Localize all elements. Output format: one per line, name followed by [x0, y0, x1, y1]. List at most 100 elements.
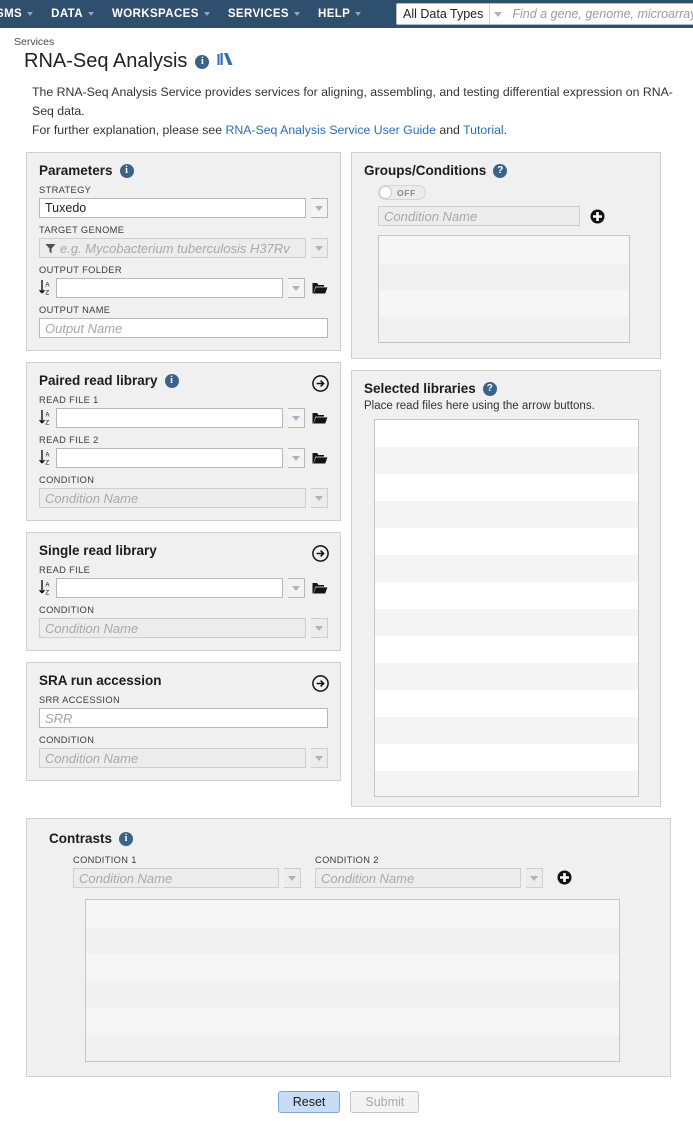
folder-open-icon[interactable] — [312, 451, 328, 465]
read-file-1-caret[interactable] — [288, 408, 305, 429]
breadcrumb: Services — [14, 36, 55, 48]
single-condition-row: Condition Name — [39, 618, 328, 639]
info-icon[interactable]: i — [119, 831, 134, 846]
output-folder-caret[interactable] — [288, 278, 305, 299]
filter-icon — [45, 243, 56, 254]
list-item — [375, 528, 638, 556]
chevron-down-icon — [315, 245, 323, 251]
paired-condition-select[interactable]: Condition Name — [39, 488, 306, 509]
info-icon[interactable]: i — [164, 373, 179, 388]
reset-button[interactable]: Reset — [277, 1091, 341, 1114]
nav-item-label: HELP — [317, 8, 351, 20]
conditions-listbox[interactable] — [378, 235, 630, 344]
nav-item-services[interactable]: SERVICES — [219, 0, 309, 28]
condition-1-select[interactable]: Condition Name — [73, 868, 279, 889]
add-icon[interactable] — [590, 209, 605, 224]
list-item — [375, 555, 638, 583]
read-file-2-caret[interactable] — [288, 448, 305, 469]
output-name-input[interactable]: Output Name — [39, 318, 328, 339]
srr-accession-label: SRR ACCESSION — [39, 695, 121, 706]
chevron-down-icon — [315, 625, 323, 631]
help-icon[interactable]: ? — [482, 381, 497, 396]
read-file-caret[interactable] — [288, 578, 305, 599]
chevron-down-icon — [27, 12, 34, 16]
condition-1-field: CONDITION 1 Condition Name — [73, 853, 301, 889]
single-title: Single read library — [39, 543, 157, 559]
page-title: RNA-Seq Analysis — [24, 50, 188, 72]
strategy-select[interactable]: Tuxedo — [39, 198, 306, 219]
info-icon[interactable]: i — [195, 54, 210, 69]
list-item — [86, 1008, 619, 1036]
search-data-type-select[interactable]: All Data Types — [397, 4, 490, 24]
nav-item-help[interactable]: HELP — [309, 0, 370, 28]
list-item — [86, 900, 619, 928]
folder-open-icon[interactable] — [312, 581, 328, 595]
output-name-label: OUTPUT NAME — [39, 305, 111, 316]
contrasts-title: Contrasts — [49, 831, 113, 847]
folder-open-icon[interactable] — [312, 281, 328, 295]
single-condition-caret[interactable] — [311, 618, 328, 639]
sra-run-accession-panel: SRA run accession SRR ACCESSION SRR COND… — [26, 662, 341, 782]
add-sra-arrow-icon[interactable] — [312, 675, 329, 692]
condition-1-label: CONDITION 1 — [73, 855, 137, 866]
sra-condition-select[interactable]: Condition Name — [39, 748, 306, 769]
paired-condition-caret[interactable] — [311, 488, 328, 509]
condition-1-caret[interactable] — [284, 868, 301, 889]
book-icon[interactable] — [217, 52, 234, 72]
info-icon[interactable]: i — [119, 163, 134, 178]
read-file-label: READ FILE — [39, 565, 91, 576]
nav-item-label: SMS — [0, 8, 23, 20]
sort-az-icon: A Z — [39, 410, 50, 427]
search-data-type-caret[interactable] — [489, 4, 507, 24]
condition-2-caret[interactable] — [526, 868, 543, 889]
nav-item-workspaces[interactable]: WORKSPACES — [103, 0, 219, 28]
submit-button[interactable]: Submit — [350, 1091, 420, 1114]
folder-open-icon[interactable] — [312, 411, 328, 425]
single-condition-select[interactable]: Condition Name — [39, 618, 306, 639]
list-item — [375, 447, 638, 475]
selected-libraries-listbox[interactable] — [374, 419, 639, 798]
target-genome-row: e.g. Mycobacterium tuberculosis H37Rv — [39, 238, 328, 259]
add-single-library-arrow-icon[interactable] — [312, 545, 329, 562]
strategy-caret[interactable] — [311, 198, 328, 219]
read-file-1-label: READ FILE 1 — [39, 395, 99, 406]
output-name-row: Output Name — [39, 318, 328, 339]
global-search: All Data Types Find a gene, genome, micr… — [396, 3, 693, 25]
add-contrast-icon[interactable] — [557, 870, 572, 885]
read-file-row: A Z — [39, 578, 328, 599]
contrasts-header: Contrasts i — [39, 831, 658, 846]
read-file-2-input[interactable] — [56, 448, 283, 469]
list-item — [375, 771, 638, 797]
condition-2-select[interactable]: Condition Name — [315, 868, 521, 889]
nav-item-organisms[interactable]: SMS — [0, 0, 42, 28]
read-file-1-input[interactable] — [56, 408, 283, 429]
read-file-input[interactable] — [56, 578, 283, 599]
selected-libraries-note: Place read files here using the arrow bu… — [364, 400, 595, 413]
user-guide-link[interactable]: RNA-Seq Analysis Service User Guide — [225, 123, 436, 137]
list-item — [375, 663, 638, 691]
help-icon[interactable]: ? — [493, 163, 508, 178]
srr-accession-input[interactable]: SRR — [39, 708, 328, 729]
list-item — [375, 420, 638, 448]
selected-libraries-panel: Selected libraries ? Place read files he… — [351, 370, 661, 808]
sra-condition-row: Condition Name — [39, 748, 328, 769]
paired-header: Paired read library i — [39, 373, 328, 388]
svg-text:A: A — [45, 452, 50, 459]
chevron-down-icon — [292, 585, 300, 591]
condition-name-input[interactable]: Condition Name — [378, 206, 580, 227]
single-condition-label: CONDITION — [39, 605, 95, 616]
target-genome-input[interactable]: e.g. Mycobacterium tuberculosis H37Rv — [39, 238, 306, 259]
search-input[interactable]: Find a gene, genome, microarray, e — [506, 4, 693, 24]
target-genome-caret[interactable] — [311, 238, 328, 259]
description-mid: and — [435, 123, 464, 138]
title-row: RNA-Seq Analysis i — [14, 50, 693, 73]
sra-condition-caret[interactable] — [311, 748, 328, 769]
contrasts-listbox[interactable] — [85, 899, 620, 1063]
groups-toggle[interactable]: OFF — [378, 185, 426, 201]
tutorial-link[interactable]: Tutorial — [463, 123, 504, 137]
top-navigation-bar: SMS DATA WORKSPACES SERVICES HELP All Da… — [0, 0, 693, 28]
description-suffix: . — [503, 123, 508, 138]
add-paired-library-arrow-icon[interactable] — [312, 375, 329, 392]
nav-item-data[interactable]: DATA — [42, 0, 103, 28]
output-folder-input[interactable] — [56, 278, 283, 299]
